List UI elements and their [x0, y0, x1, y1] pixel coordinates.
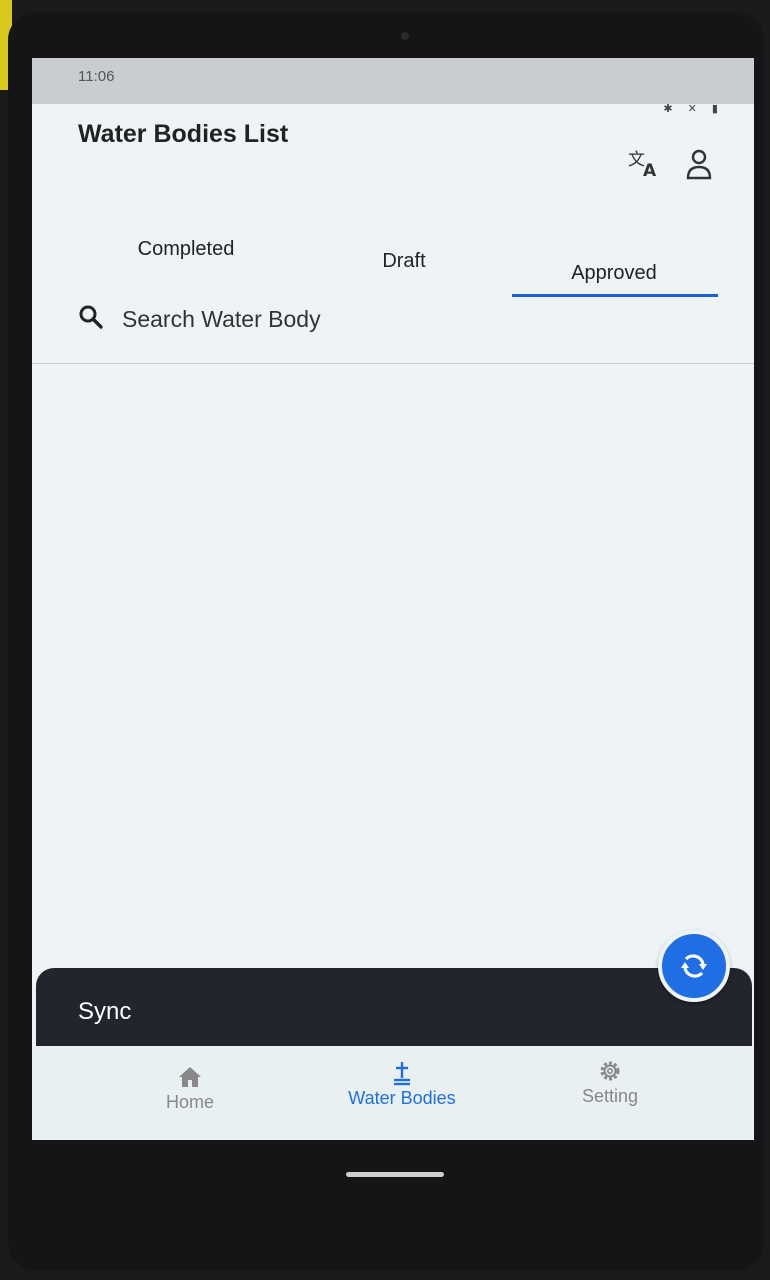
tab-draft[interactable]: Draft	[304, 250, 504, 273]
water-bodies-icon	[394, 1062, 410, 1086]
gear-icon	[600, 1061, 620, 1081]
search-bar	[32, 296, 754, 364]
tab-completed[interactable]: Completed	[86, 238, 286, 261]
tab-bar: Completed Draft Approved	[32, 228, 754, 298]
nav-setting[interactable]: Setting	[520, 1058, 700, 1107]
nav-home[interactable]: Home	[100, 1064, 280, 1113]
app-screen: 11:06 ✱ ✕ ▮ Water Bodies List 文 A Comple…	[32, 58, 754, 1140]
home-indicator[interactable]	[346, 1172, 444, 1177]
search-input[interactable]	[122, 302, 622, 336]
search-icon	[79, 305, 103, 329]
home-icon	[179, 1067, 201, 1087]
front-camera	[401, 32, 409, 40]
water-body-list	[32, 364, 754, 1014]
account-icon[interactable]	[685, 148, 713, 180]
status-icons: ✱ ✕ ▮	[663, 103, 724, 115]
nav-home-label: Home	[165, 1092, 214, 1112]
bottom-navigation: Home Water Bodies Setting	[32, 1046, 754, 1140]
translate-icon[interactable]: 文 A	[628, 148, 662, 178]
nav-setting-label: Setting	[581, 1086, 639, 1106]
page-title: Water Bodies List	[78, 120, 289, 148]
svg-text:A: A	[643, 161, 657, 178]
tab-approved[interactable]: Approved	[514, 262, 714, 285]
sync-button[interactable]	[658, 930, 730, 1002]
tablet-frame: 11:06 ✱ ✕ ▮ Water Bodies List 文 A Comple…	[8, 12, 764, 1270]
status-time: 11:06	[78, 68, 115, 85]
sync-icon	[681, 954, 707, 978]
snackbar-text: Sync	[78, 998, 132, 1025]
sync-snackbar: Sync	[36, 968, 752, 1046]
nav-water-bodies-label: Water Bodies	[348, 1088, 456, 1108]
nav-water-bodies[interactable]: Water Bodies	[312, 1060, 492, 1109]
status-bar: 11:06 ✱ ✕ ▮	[32, 58, 754, 115]
